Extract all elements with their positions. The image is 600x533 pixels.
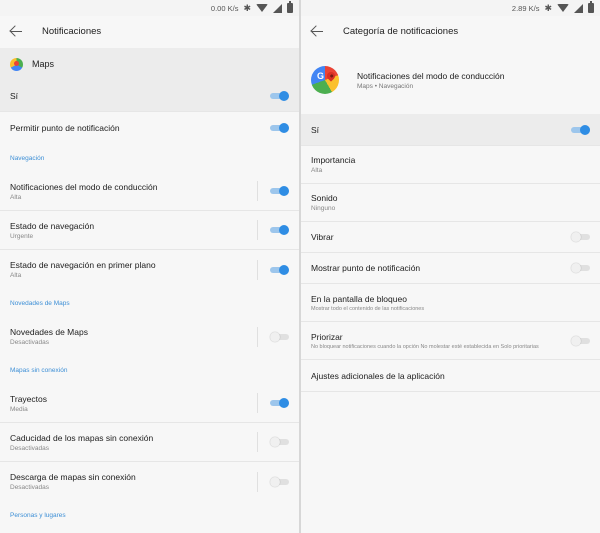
network-speed: 2.89 K/s [511, 3, 540, 13]
app-bar: Categoría de notificaciones [301, 16, 600, 46]
back-arrow-icon[interactable] [311, 24, 325, 38]
back-arrow-icon[interactable] [10, 24, 24, 38]
notification-dot-row[interactable]: Mostrar punto de notificación [301, 253, 600, 284]
status-bar: 2.89 K/s ✱ [301, 0, 600, 16]
priority-label: Priorizar [311, 331, 343, 342]
battery-icon [588, 1, 594, 13]
divider [257, 432, 258, 452]
channel-importance: Alta [10, 193, 22, 201]
main-toggle-label: Sí [10, 90, 19, 101]
app-name: Maps [32, 59, 55, 69]
maps-app-icon [10, 57, 23, 71]
importance-label: Importancia [311, 155, 356, 165]
channel-label: Trayectos [10, 393, 48, 404]
vibrate-label: Vibrar [311, 232, 334, 242]
divider [257, 393, 258, 413]
main-toggle-label: Sí [311, 124, 320, 135]
channel-importance: Media [10, 405, 28, 413]
maps-app-icon: G [311, 66, 339, 94]
battery-icon [287, 1, 293, 13]
sound-label: Sonido [311, 193, 338, 203]
channel-toggle[interactable] [270, 331, 289, 342]
network-speed: 0.00 K/s [210, 3, 239, 13]
divider [257, 326, 258, 347]
page-title: Categoría de notificaciones [343, 25, 459, 37]
section-title: Navegación [10, 154, 45, 162]
notification-dot-label: Permitir punto de notificación [10, 123, 120, 133]
divider [257, 220, 258, 240]
section-title: Mapas sin conexión [10, 366, 68, 374]
priority-description: No bloquear notificaciones cuando la opc… [311, 343, 539, 350]
channel-importance: Alta [10, 272, 22, 279]
priority-toggle[interactable] [571, 335, 590, 346]
divider [257, 181, 258, 201]
channel-row[interactable]: Descarga de mapas sin conexión Desactiva… [0, 462, 299, 501]
divider [257, 259, 258, 280]
lock-screen-label: En la pantalla de bloqueo [311, 293, 407, 304]
category-title: Notificaciones del modo de conducción [357, 70, 505, 81]
additional-settings-row[interactable]: Ajustes adicionales de la aplicación [301, 360, 600, 392]
lock-screen-row[interactable]: En la pantalla de bloqueo Mostrar todo e… [301, 284, 600, 322]
bluetooth-icon: ✱ [243, 2, 251, 13]
channel-label: Novedades de Maps [10, 327, 88, 337]
notification-dot-toggle[interactable] [571, 263, 590, 273]
additional-settings-label: Ajustes adicionales de la aplicación [311, 370, 445, 381]
page-title: Notificaciones [42, 25, 102, 37]
channel-row[interactable]: Estado de navegación Urgente [0, 211, 299, 250]
notification-dot-label: Mostrar punto de notificación [311, 263, 421, 273]
priority-row[interactable]: Priorizar No bloquear notificaciones cua… [301, 322, 600, 360]
lock-screen-value: Mostrar todo el contenido de las notific… [311, 305, 425, 312]
wifi-icon [557, 4, 569, 12]
channel-importance: Desactivadas [10, 444, 50, 452]
main-toggle[interactable] [270, 90, 289, 101]
channel-toggle[interactable] [270, 476, 289, 487]
signal-icon [273, 3, 282, 13]
main-toggle[interactable] [571, 124, 590, 135]
section-title: Personas y lugares [10, 511, 66, 519]
section-title: Novedades de Maps [10, 299, 70, 307]
channel-row[interactable]: Novedades de Maps Desactivadas [0, 317, 299, 356]
main-toggle-row[interactable]: Sí [0, 80, 299, 112]
left-screen: 0.00 K/s ✱ Notificaciones Maps Sí Permit… [0, 0, 299, 533]
signal-icon [574, 3, 583, 13]
channel-toggle[interactable] [270, 437, 289, 447]
channel-toggle[interactable] [270, 225, 289, 235]
channel-toggle[interactable] [270, 264, 289, 275]
vibrate-toggle[interactable] [571, 232, 590, 242]
channel-label: Caducidad de los mapas sin conexión [10, 432, 154, 443]
channel-toggle[interactable] [270, 186, 289, 196]
category-header: G Notificaciones del modo de conducción … [301, 46, 600, 114]
channel-row[interactable]: Estado de navegación en primer plano Alt… [0, 250, 299, 289]
importance-row[interactable]: Importancia Alta [301, 146, 600, 184]
notification-dot-toggle[interactable] [270, 123, 289, 133]
channel-importance: Urgente [10, 232, 34, 240]
channel-label: Descarga de mapas sin conexión [10, 472, 136, 482]
app-header: Maps [0, 48, 299, 80]
channel-row[interactable]: Notificaciones del modo de conducción Al… [0, 172, 299, 211]
notification-dot-row[interactable]: Permitir punto de notificación [0, 112, 299, 144]
sound-value: Ninguno [311, 205, 336, 212]
channel-row[interactable]: Trayectos Media [0, 384, 299, 423]
channel-toggle[interactable] [270, 398, 289, 408]
channel-label: Estado de navegación en primer plano [10, 260, 156, 270]
importance-value: Alta [311, 167, 323, 174]
channel-label: Estado de navegación [10, 220, 95, 231]
main-toggle-row[interactable]: Sí [301, 114, 600, 146]
channel-importance: Desactivadas [10, 484, 50, 491]
wifi-icon [256, 4, 268, 12]
vibrate-row[interactable]: Vibrar [301, 222, 600, 253]
status-bar: 0.00 K/s ✱ [0, 0, 299, 16]
bluetooth-icon: ✱ [544, 2, 552, 13]
sound-row[interactable]: Sonido Ninguno [301, 184, 600, 222]
channel-importance: Desactivadas [10, 339, 50, 346]
right-screen: 2.89 K/s ✱ Categoría de notificaciones G… [301, 0, 600, 533]
app-bar: Notificaciones [0, 16, 299, 46]
channel-label: Notificaciones del modo de conducción [10, 181, 158, 192]
category-subtitle: Maps • Navegación [357, 82, 414, 90]
divider [257, 471, 258, 492]
channel-row[interactable]: Caducidad de los mapas sin conexión Desa… [0, 423, 299, 462]
